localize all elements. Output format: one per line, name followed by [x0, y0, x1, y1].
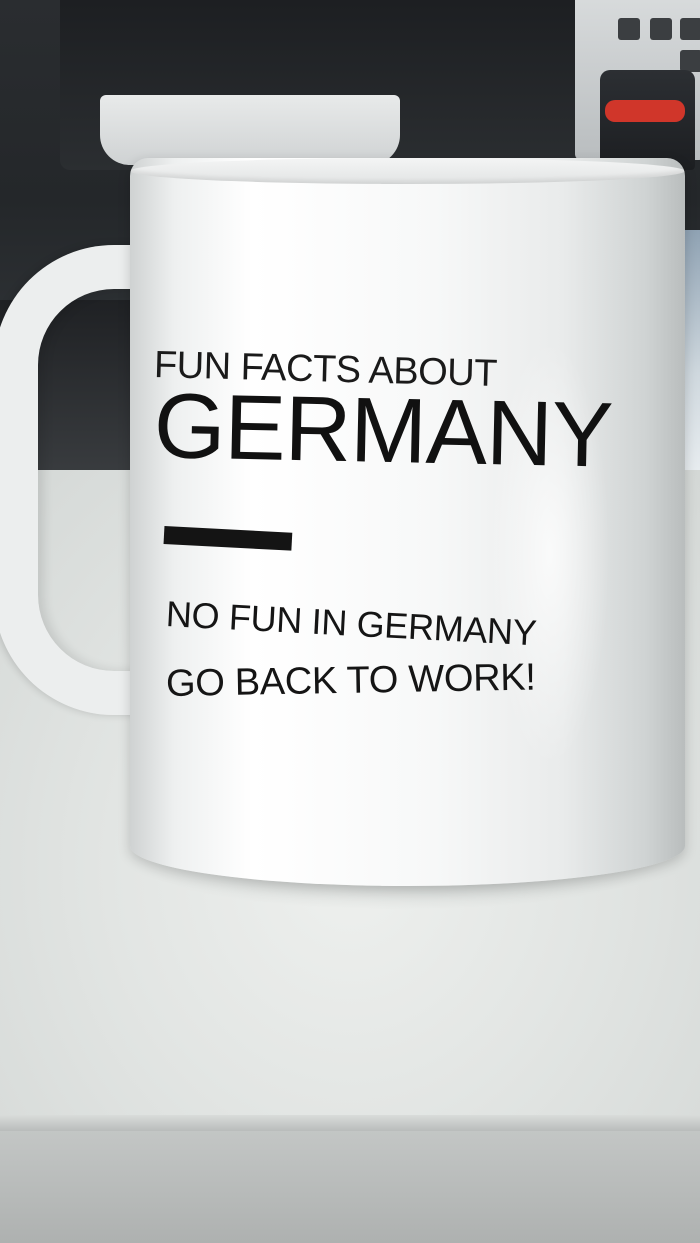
mug-print-line-2: GO BACK TO WORK!: [165, 656, 536, 705]
red-pen: [605, 100, 685, 122]
phone-key: [650, 18, 672, 40]
mug-rim: [130, 158, 685, 184]
mug-print-headline: GERMANY: [152, 375, 614, 487]
mug-print-rule: [163, 526, 293, 551]
phone-key: [680, 50, 700, 72]
mug: FUN FACTS ABOUT GERMANY NO FUN IN GERMAN…: [130, 158, 685, 886]
desk-front: [0, 1131, 700, 1243]
mug-print-line-1: NO FUN IN GERMANY: [164, 593, 538, 654]
desk-edge: [0, 1115, 700, 1131]
white-tray: [100, 95, 400, 165]
photo-scene: FUN FACTS ABOUT GERMANY NO FUN IN GERMAN…: [0, 0, 700, 1243]
phone-key: [680, 18, 700, 40]
phone-key: [618, 18, 640, 40]
